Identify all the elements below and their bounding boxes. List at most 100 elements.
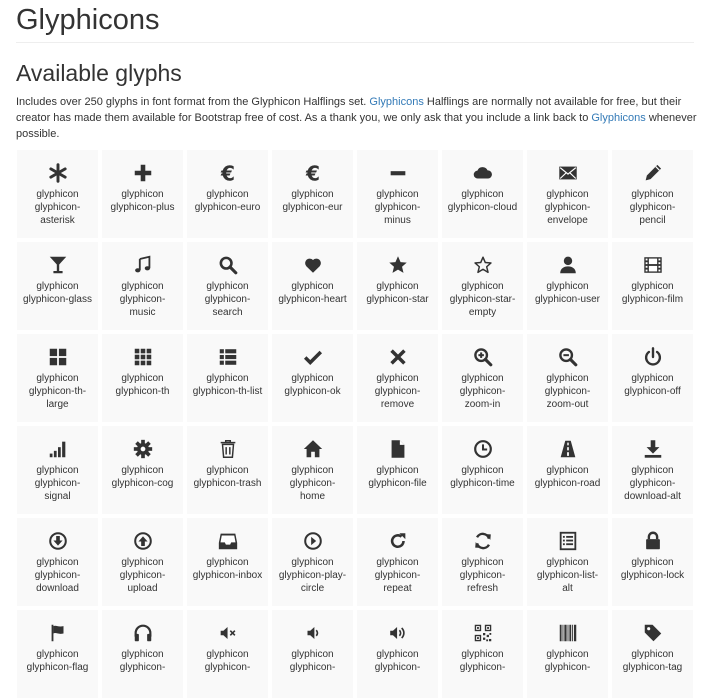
glyph-tile-tag[interactable]: glyphicon glyphicon-tag bbox=[611, 609, 694, 699]
glyph-tile-zoom-out[interactable]: glyphicon glyphicon-zoom-out bbox=[526, 333, 609, 423]
star-icon bbox=[387, 254, 409, 276]
glyph-label-line-3: download-alt bbox=[624, 491, 681, 502]
glyph-tile-lock[interactable]: glyphicon glyphicon-lock bbox=[611, 517, 694, 607]
glyph-label-line-1: glyphicon bbox=[36, 465, 79, 476]
glyph-tile-eur[interactable]: € glyphicon glyphicon-eur bbox=[271, 149, 354, 239]
glyph-tile-signal[interactable]: glyphicon glyphicon-signal bbox=[16, 425, 99, 515]
download-alt-icon bbox=[642, 438, 664, 460]
glyphicons-link-1[interactable]: Glyphicons bbox=[369, 96, 423, 108]
glyph-tile-flag[interactable]: glyphicon glyphicon-flag bbox=[16, 609, 99, 699]
glyph-tile-search[interactable]: glyphicon glyphicon-search bbox=[186, 241, 269, 331]
glyph-label-line-1: glyphicon bbox=[631, 281, 674, 292]
glyph-label-line-2: glyphicon- bbox=[204, 662, 251, 673]
glyph-tile-zoom-in[interactable]: glyphicon glyphicon-zoom-in bbox=[441, 333, 524, 423]
glyph-tile-file[interactable]: glyphicon glyphicon-file bbox=[356, 425, 439, 515]
glyph-tile-heart[interactable]: glyphicon glyphicon-heart bbox=[271, 241, 354, 331]
glyph-tile-th[interactable]: glyphicon glyphicon-th bbox=[101, 333, 184, 423]
glyph-label-line-2: glyphicon-film bbox=[621, 294, 684, 305]
glyph-label-line-1: glyphicon bbox=[631, 373, 674, 384]
glyph-label-line-2: glyphicon-inbox bbox=[192, 570, 263, 581]
glyph-tile-upload[interactable]: glyphicon glyphicon-upload bbox=[101, 517, 184, 607]
glyph-tile-home[interactable]: glyphicon glyphicon-home bbox=[271, 425, 354, 515]
glyph-tile-download-alt[interactable]: glyphicon glyphicon-download-alt bbox=[611, 425, 694, 515]
glyph-label-line-1: glyphicon bbox=[631, 557, 674, 568]
glyph-tile-star-empty[interactable]: glyphicon glyphicon-star-empty bbox=[441, 241, 524, 331]
glyph-tile-road[interactable]: glyphicon glyphicon-road bbox=[526, 425, 609, 515]
glyph-tile-volume-off[interactable]: glyphicon glyphicon- bbox=[186, 609, 269, 699]
glyph-label-line-2: glyphicon-th- bbox=[28, 386, 87, 397]
glyph-tile-cloud[interactable]: glyphicon glyphicon-cloud bbox=[441, 149, 524, 239]
glyph-tile-refresh[interactable]: glyphicon glyphicon-refresh bbox=[441, 517, 524, 607]
glyph-tile-th-large[interactable]: glyphicon glyphicon-th-large bbox=[16, 333, 99, 423]
glyph-grid: glyphicon glyphicon-asterisk glyphicon glyp… bbox=[16, 149, 698, 699]
glyph-tile-ok[interactable]: glyphicon glyphicon-ok bbox=[271, 333, 354, 423]
glyph-label-line-1: glyphicon bbox=[121, 557, 164, 568]
glyph-label-line-1: glyphicon bbox=[36, 373, 79, 384]
glyph-label-line-1: glyphicon bbox=[291, 557, 334, 568]
glyph-label-line-3: search bbox=[212, 307, 243, 318]
glyph-label-line-1: glyphicon bbox=[461, 465, 504, 476]
glyph-label-line-3: large bbox=[46, 399, 69, 410]
glyph-tile-download[interactable]: glyphicon glyphicon-download bbox=[16, 517, 99, 607]
trash-icon bbox=[217, 438, 239, 460]
glyph-tile-headphones[interactable]: glyphicon glyphicon- bbox=[101, 609, 184, 699]
glyph-tile-volume-down[interactable]: glyphicon glyphicon- bbox=[271, 609, 354, 699]
euro-icon: € bbox=[217, 162, 239, 184]
road-icon bbox=[557, 438, 579, 460]
glyph-tile-time[interactable]: glyphicon glyphicon-time bbox=[441, 425, 524, 515]
glyph-tile-music[interactable]: glyphicon glyphicon-music bbox=[101, 241, 184, 331]
glyph-tile-play-circle[interactable]: glyphicon glyphicon-play-circle bbox=[271, 517, 354, 607]
glyph-tile-trash[interactable]: glyphicon glyphicon-trash bbox=[186, 425, 269, 515]
glyph-label-line-1: glyphicon bbox=[206, 189, 249, 200]
glyph-label-line-3: circle bbox=[300, 583, 325, 594]
glyph-tile-pencil[interactable]: glyphicon glyphicon-pencil bbox=[611, 149, 694, 239]
glyph-tile-euro[interactable]: € glyphicon glyphicon-euro bbox=[186, 149, 269, 239]
glass-icon bbox=[47, 254, 69, 276]
th-large-icon bbox=[47, 346, 69, 368]
glyph-label-line-2: glyphicon- bbox=[204, 294, 251, 305]
search-icon bbox=[217, 254, 239, 276]
glyphicons-link-2[interactable]: Glyphicons bbox=[591, 112, 645, 124]
glyph-tile-film[interactable]: glyphicon glyphicon-film bbox=[611, 241, 694, 331]
glyph-tile-glass[interactable]: glyphicon glyphicon-glass bbox=[16, 241, 99, 331]
svg-text:€: € bbox=[219, 162, 234, 184]
signal-icon bbox=[47, 438, 69, 460]
glyph-tile-cog[interactable]: glyphicon glyphicon-cog bbox=[101, 425, 184, 515]
play-circle-icon bbox=[302, 530, 324, 552]
glyph-label-line-2: glyphicon- bbox=[119, 294, 166, 305]
glyph-label-line-1: glyphicon bbox=[631, 649, 674, 660]
svg-text:€: € bbox=[304, 162, 319, 184]
glyph-label-line-1: glyphicon bbox=[291, 649, 334, 660]
glyph-label-line-2: glyphicon-plus bbox=[110, 202, 175, 213]
user-icon bbox=[557, 254, 579, 276]
glyph-tile-star[interactable]: glyphicon glyphicon-star bbox=[356, 241, 439, 331]
glyph-label-line-3: empty bbox=[468, 307, 497, 318]
glyph-tile-plus[interactable]: glyphicon glyphicon-plus bbox=[101, 149, 184, 239]
glyph-tile-inbox[interactable]: glyphicon glyphicon-inbox bbox=[186, 517, 269, 607]
glyph-tile-barcode[interactable]: glyphicon glyphicon- bbox=[526, 609, 609, 699]
glyph-label-line-1: glyphicon bbox=[461, 649, 504, 660]
glyph-tile-asterisk[interactable]: glyphicon glyphicon-asterisk bbox=[16, 149, 99, 239]
list-alt-icon bbox=[557, 530, 579, 552]
glyph-tile-off[interactable]: glyphicon glyphicon-off bbox=[611, 333, 694, 423]
glyph-tile-user[interactable]: glyphicon glyphicon-user bbox=[526, 241, 609, 331]
glyph-label-line-2: glyphicon- bbox=[34, 478, 81, 489]
glyph-label-line-1: glyphicon bbox=[376, 189, 419, 200]
glyph-label-line-2: glyphicon-cog bbox=[111, 478, 174, 489]
glyph-tile-qrcode[interactable]: glyphicon glyphicon- bbox=[441, 609, 524, 699]
download-icon bbox=[47, 530, 69, 552]
glyph-label-line-3: music bbox=[129, 307, 156, 318]
glyph-tile-th-list[interactable]: glyphicon glyphicon-th-list bbox=[186, 333, 269, 423]
glyph-tile-envelope[interactable]: glyphicon glyphicon-envelope bbox=[526, 149, 609, 239]
glyph-tile-volume-up[interactable]: glyphicon glyphicon- bbox=[356, 609, 439, 699]
glyph-label-line-1: glyphicon bbox=[461, 281, 504, 292]
glyph-tile-remove[interactable]: glyphicon glyphicon-remove bbox=[356, 333, 439, 423]
glyph-label-line-2: glyphicon- bbox=[544, 386, 591, 397]
glyph-label-line-2: glyphicon- bbox=[544, 662, 591, 673]
glyph-label-line-2: glyphicon- bbox=[34, 202, 81, 213]
glyph-tile-minus[interactable]: glyphicon glyphicon-minus bbox=[356, 149, 439, 239]
glyph-tile-repeat[interactable]: glyphicon glyphicon-repeat bbox=[356, 517, 439, 607]
glyph-tile-list-alt[interactable]: glyphicon glyphicon-list-alt bbox=[526, 517, 609, 607]
glyph-label-line-2: glyphicon- bbox=[459, 662, 506, 673]
glyph-label-line-1: glyphicon bbox=[121, 465, 164, 476]
